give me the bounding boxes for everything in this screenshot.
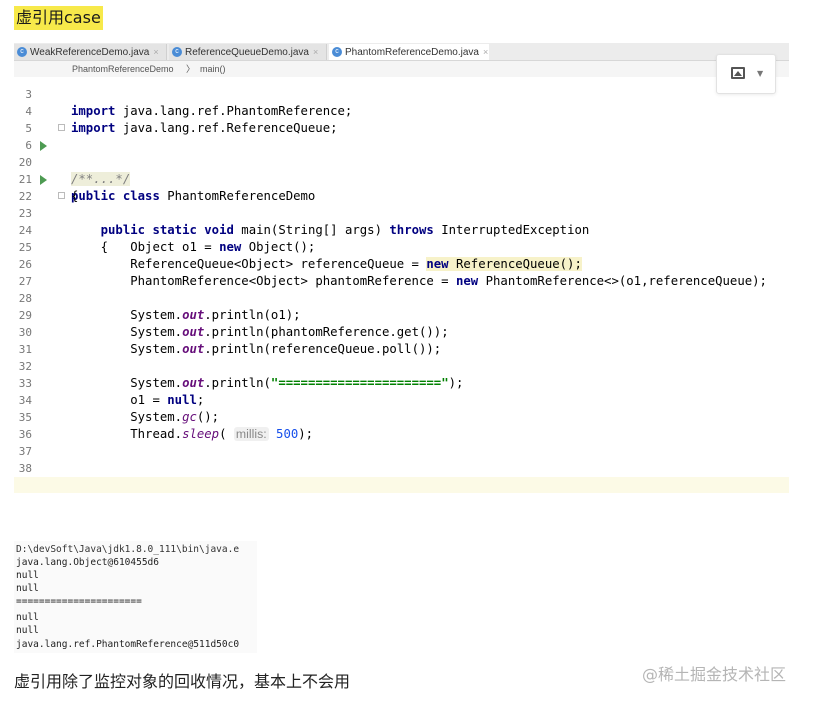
tab-reference-queue-demo[interactable]: c ReferenceQueueDemo.java × [169, 44, 327, 60]
code-line: 33 o1 = null; [14, 358, 789, 407]
fold-icon[interactable] [58, 124, 65, 131]
watermark: @稀土掘金技术社区 [642, 665, 787, 684]
console-line: null [16, 583, 39, 594]
code-line: 37 [14, 426, 789, 458]
console-line: null [16, 570, 39, 581]
code-line: 29 System.out.println(phantomReference.g… [14, 290, 789, 339]
code-line: 4 import java.lang.ref.ReferenceQueue; [14, 86, 789, 135]
code-line: 36 [14, 409, 789, 441]
code-line: 20 public class PhantomReferenceDemo [14, 137, 789, 203]
console-line: ====================== [16, 596, 142, 607]
code-line: 25 ReferenceQueue<Object> referenceQueue… [14, 222, 789, 271]
ide-editor-window: c WeakReferenceDemo.java × c ReferenceQueue… [14, 43, 789, 493]
console-line: java.lang.Object@610455d6 [16, 557, 159, 568]
console-line: java.lang.ref.PhantomReference@511d50c0 [16, 639, 240, 650]
code-line: 32 System.out.println("=================… [14, 341, 789, 390]
console-line: D:\devSoft\Java\jdk1.8.0_111\bin\java.e [16, 544, 240, 555]
fold-icon[interactable] [58, 192, 65, 199]
tab-phantom-reference-demo[interactable]: c PhantomReferenceDemo.java × [329, 44, 489, 60]
code-line: 23 { [14, 188, 789, 254]
java-class-icon: c [332, 47, 342, 57]
close-icon[interactable]: × [483, 47, 488, 57]
code-line: 28 System.out.println(o1); [14, 273, 789, 322]
code-line: 35 Thread.sleep( millis: 500); [14, 392, 789, 441]
run-class-icon[interactable] [40, 141, 47, 151]
java-class-icon: c [172, 47, 182, 57]
code-line: 6 /**...*/ [14, 120, 789, 186]
close-icon[interactable]: × [153, 47, 158, 57]
run-method-icon[interactable] [40, 175, 47, 185]
code-line: 30 System.out.println(referenceQueue.pol… [14, 307, 789, 356]
breadcrumb: PhantomReferenceDemo 〉 main() [14, 61, 789, 77]
code-line: 24 Object o1 = new Object(); [14, 205, 789, 254]
code-line: 26 PhantomReference<Object> phantomRefer… [14, 239, 789, 288]
console-output: D:\devSoft\Java\jdk1.8.0_111\bin\java.e … [14, 541, 257, 653]
breadcrumb-method[interactable]: main() [200, 61, 226, 77]
chevron-down-icon[interactable]: ▼ [757, 69, 763, 78]
code-line: 21 { [14, 154, 789, 203]
code-line-current: 40 System.out.println(referenceQueue.pol… [14, 477, 789, 493]
close-icon[interactable]: × [313, 47, 318, 57]
image-icon [731, 67, 745, 79]
breadcrumb-separator: 〉 [186, 64, 196, 74]
code-line: 39 System.out.println(phantomReference.g… [14, 460, 789, 492]
tab-weak-reference-demo[interactable]: c WeakReferenceDemo.java × [14, 44, 167, 60]
caption-text: 虚引用除了监控对象的回收情况，基本上不会用 [14, 672, 351, 691]
code-line: 31 [14, 324, 789, 356]
breadcrumb-class[interactable]: PhantomReferenceDemo [72, 61, 174, 77]
code-line: 22 public static void main(String[] args… [14, 171, 789, 237]
console-line: null [16, 625, 39, 636]
console-line: null [16, 612, 39, 623]
code-line: 5 [14, 103, 789, 135]
code-area[interactable]: 3 import java.lang.ref.PhantomReference;… [14, 77, 789, 493]
code-line: 34 System.gc(); [14, 375, 789, 424]
section-heading: 虚引用case [14, 6, 103, 30]
editor-tab-bar: c WeakReferenceDemo.java × c ReferenceQueue… [14, 43, 789, 61]
java-class-icon: c [17, 47, 27, 57]
code-line: 3 import java.lang.ref.PhantomReference; [14, 77, 789, 118]
image-toolbar-button[interactable]: ▼ [716, 54, 776, 94]
code-line: 27 [14, 256, 789, 288]
code-line: 38 System.out.println(o1); [14, 443, 789, 492]
